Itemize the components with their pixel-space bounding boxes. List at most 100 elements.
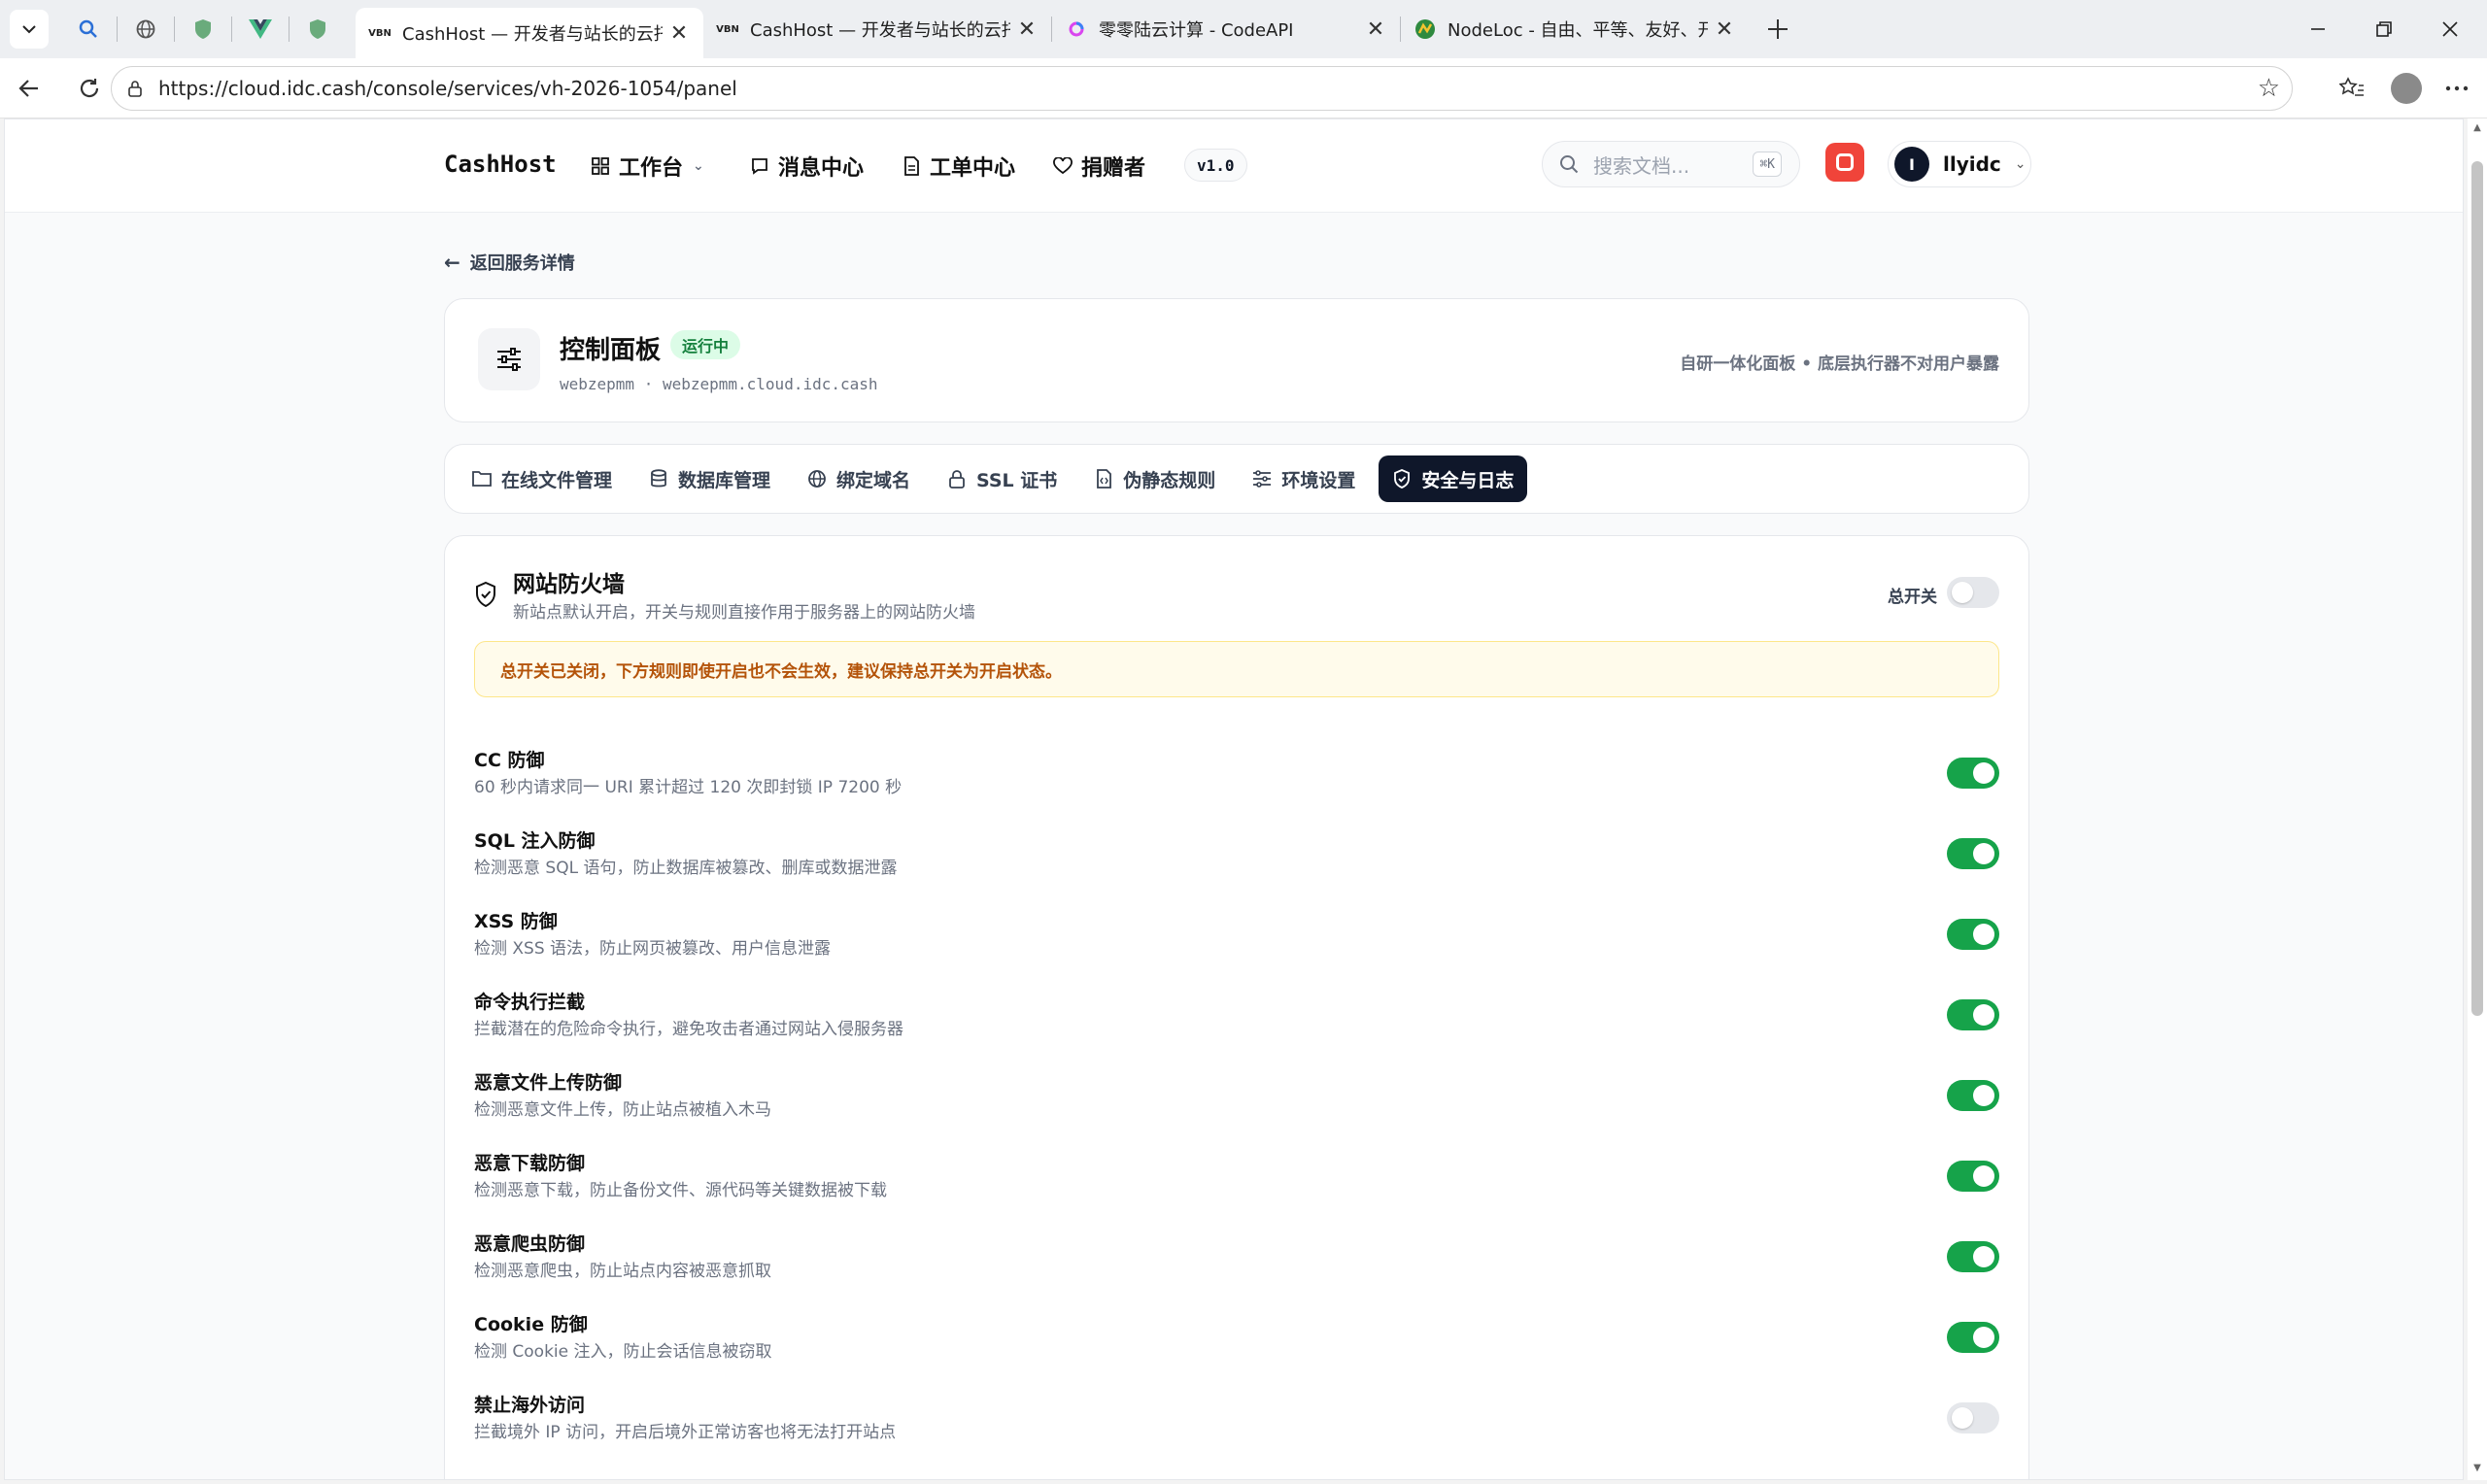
page-scrollbar[interactable]: ▲ ▼ bbox=[2468, 118, 2487, 1480]
panel-note: 自研一体化面板 • 底层执行器不对用户暴露 bbox=[1680, 354, 1999, 374]
rule-toggle[interactable] bbox=[1947, 838, 1999, 869]
scrollbar-thumb[interactable] bbox=[2471, 161, 2483, 1016]
profile-button[interactable] bbox=[2384, 66, 2429, 111]
reload-icon bbox=[80, 78, 99, 97]
restore-icon bbox=[2376, 21, 2392, 37]
restore-button[interactable] bbox=[2351, 0, 2417, 58]
rule-toggle[interactable] bbox=[1947, 758, 1999, 789]
tab-label: SSL 证书 bbox=[976, 469, 1058, 491]
back-to-service-link[interactable]: ← 返回服务详情 bbox=[444, 250, 575, 275]
close-icon[interactable]: ✕ bbox=[1365, 17, 1386, 42]
rule-toggle[interactable] bbox=[1947, 1161, 1999, 1192]
minimize-button[interactable] bbox=[2285, 0, 2351, 58]
nav-messages[interactable]: 消息中心 bbox=[749, 149, 864, 184]
pinned-tab-shield-2[interactable] bbox=[290, 6, 346, 52]
reload-button[interactable] bbox=[68, 67, 111, 110]
chat-icon bbox=[749, 155, 770, 177]
browser-tab-bar: VBN CashHost — 开发者与站长的云托管 ✕ VBN CashHost… bbox=[0, 0, 2487, 58]
browser-tab-cashhost[interactable]: VBN CashHost — 开发者与站长的云托管 ✕ bbox=[703, 6, 1051, 52]
tab-label: 在线文件管理 bbox=[501, 469, 613, 491]
close-icon[interactable]: ✕ bbox=[668, 21, 690, 46]
toggle-knob bbox=[1973, 762, 1994, 784]
docs-search-input[interactable]: 搜索文档... ⌘K bbox=[1542, 141, 1800, 187]
close-icon[interactable]: ✕ bbox=[1714, 17, 1735, 42]
browser-tab-codeapi[interactable]: 零零陆云计算 - CodeAPI ✕ bbox=[1052, 6, 1400, 52]
firewall-card: 网站防火墙 新站点默认开启，开关与规则直接作用于服务器上的网站防火墙 总开关 总… bbox=[444, 535, 2029, 1479]
search-shortcut: ⌘K bbox=[1753, 152, 1782, 177]
nav-workbench[interactable]: 工作台 ⌄ bbox=[590, 149, 704, 184]
document-icon bbox=[901, 155, 922, 177]
rule-name: CC 防御 bbox=[474, 750, 545, 771]
globe-icon bbox=[136, 19, 155, 39]
favorites-list-icon bbox=[2339, 77, 2364, 96]
username: llyidc bbox=[1943, 152, 2001, 176]
tab-domains[interactable]: 绑定域名 bbox=[794, 455, 924, 502]
notification-button[interactable] bbox=[1825, 143, 1864, 182]
rule-name: 恶意爬虫防御 bbox=[474, 1233, 586, 1255]
rule-toggle[interactable] bbox=[1947, 1241, 1999, 1272]
tab-database[interactable]: 数据库管理 bbox=[635, 455, 784, 502]
master-switch-toggle[interactable] bbox=[1947, 577, 1999, 608]
firewall-subtitle: 新站点默认开启，开关与规则直接作用于服务器上的网站防火墙 bbox=[513, 603, 975, 623]
rule-toggle[interactable] bbox=[1947, 1402, 1999, 1433]
nav-tickets[interactable]: 工单中心 bbox=[901, 149, 1015, 184]
bookmark-star-icon[interactable]: ☆ bbox=[2258, 74, 2280, 103]
scroll-up-arrow-icon[interactable]: ▲ bbox=[2470, 122, 2484, 136]
master-switch-label: 总开关 bbox=[1888, 588, 1937, 607]
rule-toggle[interactable] bbox=[1947, 999, 1999, 1030]
tab-environment[interactable]: 环境设置 bbox=[1239, 455, 1369, 502]
scroll-down-arrow-icon[interactable]: ▼ bbox=[2470, 1463, 2484, 1476]
pinned-tab-globe[interactable] bbox=[118, 6, 174, 52]
tab-title: NodeLoc - 自由、平等、友好、开放 bbox=[1448, 20, 1708, 41]
app-header: CashHost 工作台 ⌄ 消息中心 工单中心 捐赠者 v1.0 搜索文档..… bbox=[5, 119, 2463, 213]
rule-toggle[interactable] bbox=[1947, 1080, 1999, 1111]
browser-tab-cashhost-active[interactable]: VBN CashHost — 开发者与站长的云托管 ✕ bbox=[356, 8, 703, 58]
pinned-tab-shield[interactable] bbox=[175, 6, 231, 52]
tab-rewrite[interactable]: 伪静态规则 bbox=[1080, 455, 1229, 502]
tab-label: 安全与日志 bbox=[1421, 469, 1515, 491]
nav-label: 捐赠者 bbox=[1081, 156, 1146, 181]
brand-logo[interactable]: CashHost bbox=[444, 151, 557, 178]
user-menu-button[interactable]: I llyidc ⌄ bbox=[1888, 141, 2031, 187]
notification-icon bbox=[1836, 153, 1854, 171]
shield-favicon-icon bbox=[310, 19, 325, 39]
nav-label: 消息中心 bbox=[778, 156, 865, 181]
page-title: 控制面板 bbox=[560, 336, 662, 365]
tab-title: CashHost — 开发者与站长的云托管 bbox=[750, 20, 1010, 41]
site-info-icon[interactable] bbox=[125, 79, 145, 98]
nav-donors[interactable]: 捐赠者 bbox=[1052, 149, 1145, 184]
more-horizontal-icon bbox=[2445, 85, 2469, 91]
tab-security-logs[interactable]: 安全与日志 bbox=[1379, 455, 1528, 502]
url-input[interactable]: https://cloud.idc.cash/console/services/… bbox=[111, 66, 2293, 111]
pinned-tab-search[interactable] bbox=[60, 6, 117, 52]
rule-malicious-download: 恶意下载防御 检测恶意下载，防止备份文件、源代码等关键数据被下载 bbox=[474, 1149, 1999, 1217]
favorites-button[interactable] bbox=[2330, 66, 2374, 111]
globe-icon bbox=[807, 469, 827, 489]
rule-name: 恶意下载防御 bbox=[474, 1153, 586, 1174]
close-window-button[interactable] bbox=[2417, 0, 2483, 58]
rule-name: 恶意文件上传防御 bbox=[474, 1072, 623, 1094]
nav-label: 工单中心 bbox=[930, 156, 1016, 181]
cashhost-favicon-icon: VBN bbox=[716, 23, 739, 35]
tab-file-manager[interactable]: 在线文件管理 bbox=[459, 455, 626, 502]
rule-toggle[interactable] bbox=[1947, 919, 1999, 950]
search-icon bbox=[79, 19, 97, 38]
search-placeholder: 搜索文档... bbox=[1593, 153, 1690, 178]
browser-tab-nodeloc[interactable]: NodeLoc - 自由、平等、友好、开放 ✕ bbox=[1401, 6, 1749, 52]
toggle-knob bbox=[1973, 1004, 1994, 1026]
new-tab-button[interactable] bbox=[1756, 8, 1799, 51]
pinned-tab-vue[interactable] bbox=[232, 6, 289, 52]
plus-icon bbox=[1768, 19, 1788, 39]
back-button[interactable] bbox=[8, 67, 51, 110]
rule-sql-injection: SQL 注入防御 检测恶意 SQL 语句，防止数据库被篡改、删库或数据泄露 bbox=[474, 826, 1999, 894]
rule-description: 检测 Cookie 注入，防止会话信息被窃取 bbox=[474, 1342, 772, 1362]
rule-toggle[interactable] bbox=[1947, 1322, 1999, 1353]
browser-menu-button[interactable] bbox=[2435, 66, 2479, 111]
tab-ssl[interactable]: SSL 证书 bbox=[934, 455, 1071, 502]
user-avatar: I bbox=[1894, 147, 1929, 182]
toggle-knob bbox=[1952, 1407, 1973, 1429]
tab-actions-menu-button[interactable] bbox=[10, 10, 49, 49]
close-icon[interactable]: ✕ bbox=[1016, 17, 1038, 42]
master-off-warning: 总开关已关闭，下方规则即使开启也不会生效，建议保持总开关为开启状态。 bbox=[474, 641, 1999, 697]
database-icon bbox=[649, 469, 668, 489]
